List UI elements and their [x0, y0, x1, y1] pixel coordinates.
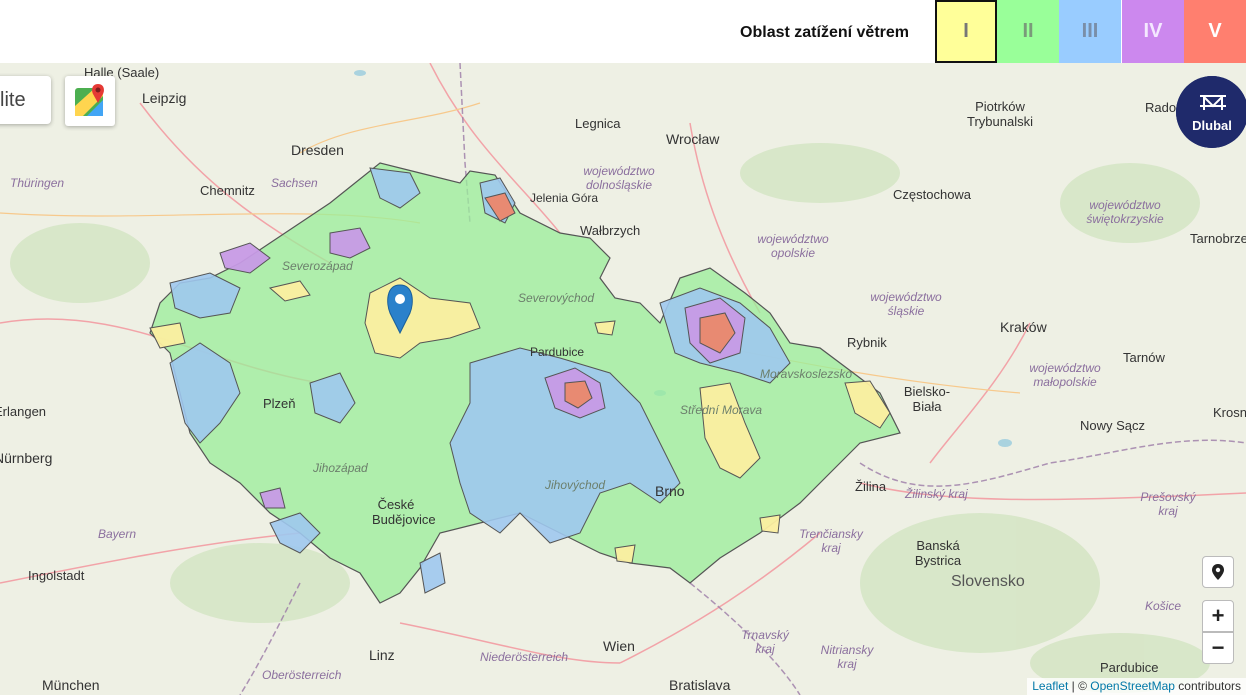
- zone-iii-label: III: [1081, 20, 1099, 42]
- region-label: Střední Morava: [680, 403, 763, 417]
- map-label: Legnica: [575, 116, 621, 131]
- map-label: České Budějovice: [372, 497, 436, 527]
- attribution-suffix: contributors: [1174, 679, 1241, 693]
- map-label: Bratislava: [669, 677, 731, 693]
- region-label: Jihovýchod: [545, 478, 606, 492]
- region-label: Trnavský kraj: [741, 628, 789, 656]
- map-label: Nowy Sącz: [1080, 418, 1146, 433]
- region-label: województwo małopolskie: [1029, 361, 1101, 389]
- top-bar: Oblast zatížení větrem I II III IV V: [0, 0, 1246, 63]
- region-label: Oberösterreich: [262, 668, 342, 682]
- zoom-out-label: −: [1211, 635, 1225, 660]
- leaflet-link[interactable]: Leaflet: [1032, 679, 1068, 693]
- map-label: Žilina: [855, 479, 887, 494]
- region-label: Niederösterreich: [480, 650, 569, 664]
- region-label: Jihozápad: [313, 461, 368, 475]
- zone-iv-label: IV: [1143, 20, 1163, 42]
- region-label: województwo świętokrzyskie: [1086, 198, 1164, 226]
- region-label: Severovýchod: [518, 291, 595, 305]
- map-label: Tarnów: [1123, 350, 1165, 365]
- map-label: Jelenia Góra: [530, 191, 599, 205]
- map-label: Rybnik: [847, 335, 887, 350]
- map-label: Krosno: [1213, 405, 1246, 420]
- google-maps-icon: [75, 84, 104, 116]
- zone-iv-button[interactable]: IV: [1122, 0, 1184, 63]
- region-label: Thüringen: [10, 176, 65, 190]
- map-label: Piotrków Trybunalski: [967, 99, 1033, 129]
- dlubal-logo-button[interactable]: Dlubal: [1176, 76, 1246, 148]
- locate-button[interactable]: [1202, 556, 1234, 588]
- zoom-out-button[interactable]: −: [1202, 632, 1234, 664]
- zoom-in-button[interactable]: +: [1202, 600, 1234, 632]
- zone-i-label: I: [963, 20, 969, 42]
- map-label: Wrocław: [666, 131, 720, 147]
- map-label: Leipzig: [142, 90, 187, 106]
- map-label: Kraków: [1000, 319, 1047, 335]
- map-label: München: [42, 677, 100, 693]
- zone-i-button[interactable]: I: [935, 0, 997, 63]
- region-label: Bayern: [98, 527, 137, 541]
- map-label: Pardubice: [530, 345, 585, 359]
- map-label: Tarnobrzeg: [1190, 231, 1246, 246]
- map-label: Banská Bystrica: [914, 538, 962, 568]
- zone-iii-button[interactable]: III: [1059, 0, 1121, 63]
- map-label: Nürnberg: [0, 450, 53, 466]
- map-label: Dresden: [291, 142, 344, 158]
- openstreetmap-link[interactable]: OpenStreetMap: [1090, 679, 1175, 693]
- map-label: Wien: [603, 638, 635, 654]
- dlubal-logo-text: Dlubal: [1192, 118, 1232, 133]
- place-search-input[interactable]: lite: [0, 76, 51, 124]
- dlubal-logo-icon: [1176, 76, 1246, 148]
- zone-ii-button[interactable]: II: [997, 0, 1059, 63]
- region-label: Nitriansky kraj: [820, 643, 874, 671]
- zone-v-button[interactable]: V: [1184, 0, 1246, 63]
- region-label: Žilinský kraj: [905, 487, 968, 501]
- legend-title: Oblast zatížení větrem: [740, 24, 909, 41]
- map-label: Bielsko-Biała: [903, 384, 951, 414]
- search-partial-text: lite: [0, 89, 26, 111]
- map-pin-icon: [1212, 564, 1224, 580]
- map-label: Košice: [1145, 599, 1182, 613]
- region-label: Trenčiansky kraj: [799, 527, 863, 555]
- region-label: Moravskoslezsko: [760, 367, 853, 381]
- zone-v-label: V: [1208, 20, 1222, 42]
- map-label: Plzeň: [263, 396, 296, 411]
- map-label: Chemnitz: [200, 183, 255, 198]
- region-label: Severozápad: [282, 259, 353, 273]
- map-label: Linz: [369, 647, 395, 663]
- map-attribution: Leaflet | © OpenStreetMap contributors: [1027, 678, 1246, 695]
- map-label: Brno: [655, 483, 685, 499]
- map-label: Pardubice: [1100, 660, 1159, 675]
- zoom-in-label: +: [1211, 603, 1225, 628]
- region-label: Prešovský kraj: [1140, 490, 1196, 518]
- region-label: województwo śląskie: [870, 290, 942, 318]
- region-label: Sachsen: [271, 176, 318, 190]
- attribution-separator: | ©: [1068, 679, 1091, 693]
- region-label: województwo opolskie: [757, 232, 829, 260]
- map-label: Częstochowa: [893, 187, 972, 202]
- zone-ii-label: II: [1022, 20, 1034, 42]
- country-label: Slovensko: [951, 573, 1025, 590]
- google-maps-button[interactable]: [65, 76, 115, 126]
- map-label: Ingolstadt: [28, 568, 85, 583]
- map-label: Erlangen: [0, 404, 47, 419]
- map-label: Wałbrzych: [580, 223, 641, 238]
- region-label: województwo dolnośląskie: [583, 164, 655, 192]
- map-canvas[interactable]: Halle (Saale) Leipzig Dresden Chemnitz L…: [0, 63, 1246, 695]
